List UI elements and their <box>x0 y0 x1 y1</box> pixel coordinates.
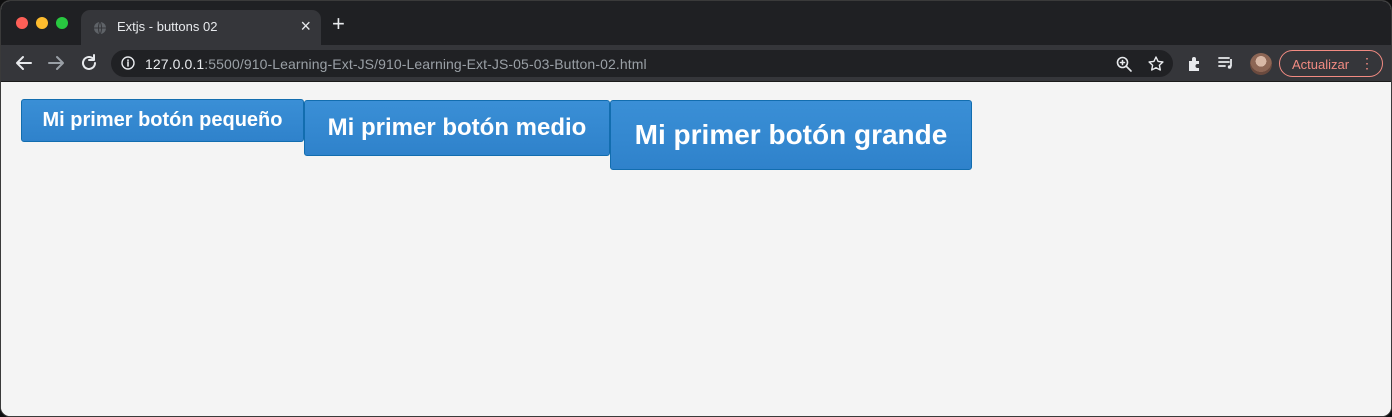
browser-toolbar: 127.0.0.1:5500/910-Learning-Ext-JS/910-L… <box>1 45 1391 82</box>
globe-icon <box>94 21 106 35</box>
profile-avatar[interactable] <box>1250 53 1272 75</box>
browser-tab[interactable]: Extjs - buttons 02 × <box>81 10 321 45</box>
close-tab-icon[interactable]: × <box>300 16 311 36</box>
medium-button[interactable]: Mi primer botón medio <box>304 100 610 156</box>
tab-title: Extjs - buttons 02 <box>117 19 218 34</box>
address-url: 127.0.0.1:5500/910-Learning-Ext-JS/910-L… <box>145 56 647 72</box>
extensions-icon[interactable] <box>1186 54 1204 72</box>
url-host: 127.0.0.1 <box>145 56 205 72</box>
media-queue-icon[interactable] <box>1217 54 1235 72</box>
browser-window: Extjs - buttons 02 × + 127.0.0.1:5500/91… <box>0 0 1392 417</box>
forward-arrow-icon[interactable] <box>45 52 67 74</box>
update-browser-button[interactable]: Actualizar ⋮ <box>1279 50 1383 77</box>
more-vert-icon[interactable]: ⋮ <box>1360 55 1374 71</box>
back-arrow-icon[interactable] <box>13 52 35 74</box>
small-button[interactable]: Mi primer botón pequeño <box>21 99 304 142</box>
large-button[interactable]: Mi primer botón grande <box>610 100 972 170</box>
reload-icon[interactable] <box>78 52 100 74</box>
minimize-window-button[interactable] <box>36 17 48 29</box>
url-path: :5500/910-Learning-Ext-JS/910-Learning-E… <box>204 56 647 72</box>
update-label: Actualizar <box>1292 57 1350 72</box>
info-icon[interactable] <box>121 56 135 70</box>
address-bar[interactable]: 127.0.0.1:5500/910-Learning-Ext-JS/910-L… <box>111 50 1173 77</box>
star-icon[interactable] <box>1147 55 1165 73</box>
new-tab-button[interactable]: + <box>332 13 345 35</box>
page-content: Mi primer botón pequeño Mi primer botón … <box>1 82 1391 416</box>
title-bar: Extjs - buttons 02 × + <box>1 1 1391 45</box>
zoom-icon[interactable] <box>1115 55 1133 73</box>
close-window-button[interactable] <box>16 17 28 29</box>
maximize-window-button[interactable] <box>56 17 68 29</box>
